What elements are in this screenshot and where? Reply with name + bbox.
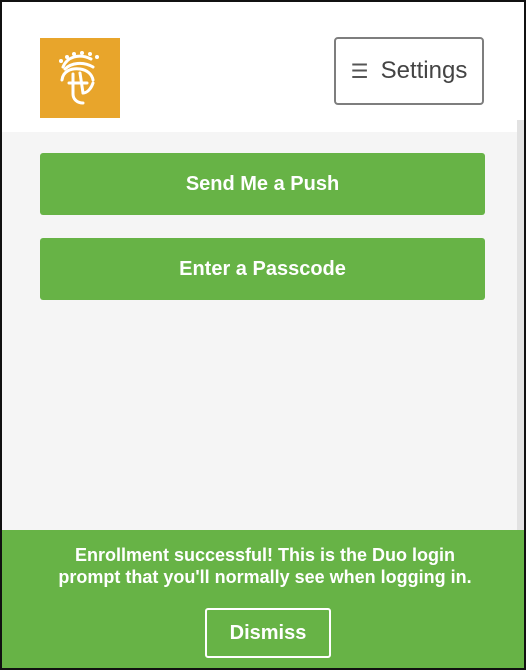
scrollbar[interactable] [517,120,524,530]
enter-passcode-label: Enter a Passcode [179,257,346,280]
settings-label: Settings [380,57,468,84]
dismiss-label: Dismiss [229,621,307,644]
organization-logo [40,38,120,118]
enter-passcode-button[interactable]: Enter a Passcode [40,238,485,300]
duo-prompt-frame: ☰ Settings Send Me a Push Enter a Passco… [0,0,526,670]
banner-message-line-1: Enrollment successful! This is the Duo l… [74,545,456,565]
menu-icon: ☰ [350,60,369,83]
send-push-label: Send Me a Push [185,172,340,195]
banner-message: Enrollment successful! This is the Duo l… [17,544,513,588]
header: ☰ Settings [2,2,524,132]
spartan-helmet-icon [59,51,99,105]
banner-message-line-2: prompt that you'll normally see when log… [58,567,472,587]
settings-button[interactable]: ☰ Settings [334,37,484,105]
send-push-button[interactable]: Send Me a Push [40,153,485,215]
enrollment-banner: Enrollment successful! This is the Duo l… [2,530,524,668]
dismiss-button[interactable]: Dismiss [205,608,331,658]
